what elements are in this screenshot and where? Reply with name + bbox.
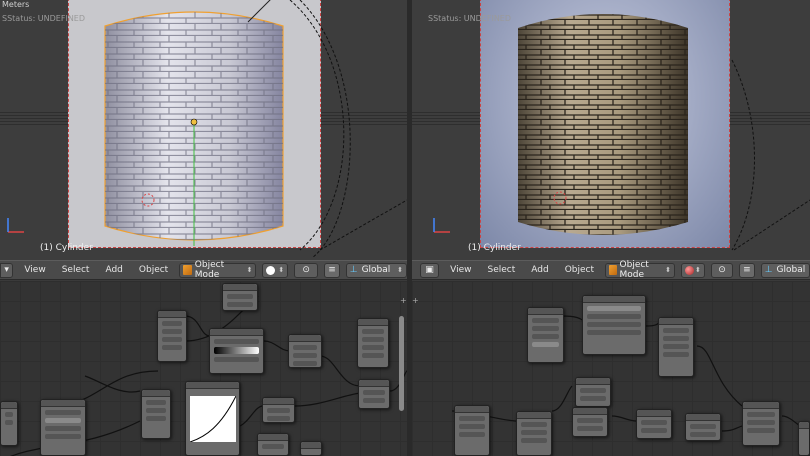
mode-dropdown[interactable]: Object Mode ⬍ [179,260,257,280]
node-colorramp[interactable] [572,407,608,437]
right-3d-header: ▣ View Select Add Object Object Mode ⬍ ⬍… [412,260,810,280]
axis-gizmo-icon [433,218,450,233]
node-material-output[interactable] [798,421,810,456]
node-image-texture[interactable] [454,405,490,456]
left-3d-viewport[interactable]: Meters SStatus: UNDEFINED (1) Cylinder [0,0,407,260]
status-text: SStatus: UNDEFINED [2,14,86,23]
shading-dropdown[interactable]: ⬍ [262,262,289,278]
cube-icon [609,265,617,275]
node-mix[interactable] [636,409,672,439]
dropdown-arrow-icon: ⬍ [694,266,701,274]
node-rgb-curves[interactable] [185,381,240,456]
node-texture-coordinate[interactable] [527,307,564,363]
node-bump[interactable] [685,413,721,441]
rendered-sphere-icon [684,265,694,275]
node-texture-coordinate[interactable] [0,401,18,446]
node-colorramp[interactable] [209,328,264,374]
orientation-label: Global [361,265,391,275]
node-small[interactable] [300,441,322,456]
pivot-icon: ⊙ [718,265,726,275]
dropdown-arrow-icon: ⬍ [397,266,403,274]
dropdown-arrow-icon: ⬍ [665,266,671,274]
node-image-texture[interactable] [222,283,258,311]
cube-icon [183,265,192,275]
dropdown-arrow-icon: ⬍ [278,266,285,274]
left-node-editor[interactable]: + [0,281,407,456]
axis-gizmo-icon [7,218,24,233]
transform-icon: ⊥ [764,265,773,275]
node-image-texture[interactable] [141,389,171,439]
node-mix[interactable] [288,334,322,368]
node-image-texture[interactable] [575,377,611,407]
solid-sphere-icon [266,265,276,275]
node-image-texture[interactable] [157,310,187,362]
menu-select[interactable]: Select [482,265,520,275]
node-principled[interactable] [358,379,390,409]
manipulator-toggle[interactable]: ≡ [739,262,755,278]
menu-view[interactable]: View [445,265,476,275]
node-principled[interactable] [742,401,780,446]
active-object-label: (1) Cylinder [468,243,521,253]
menu-add[interactable]: Add [526,265,553,275]
pivot-dropdown[interactable]: ⊙ [710,262,734,278]
menu-object[interactable]: Object [560,265,599,275]
pivot-dropdown[interactable]: ⊙ [294,262,319,278]
area-split-icon[interactable]: + [412,296,419,305]
shading-dropdown[interactable]: ⬍ [680,262,705,278]
node-value[interactable] [257,433,289,456]
node-image-texture[interactable] [516,411,552,456]
mode-label: Object Mode [194,260,225,280]
mode-label: Object Mode [619,260,649,280]
transform-icon: ⊥ [349,265,358,275]
area-split-icon[interactable]: + [400,296,407,305]
editor-type-button[interactable]: ▾ [0,262,14,278]
orientation-dropdown[interactable]: ⊥ Global [760,262,810,278]
menu-select[interactable]: Select [57,265,95,275]
camera-frame [68,0,321,248]
orientation-dropdown[interactable]: ⊥ Global ⬍ [345,262,407,278]
menu-view[interactable]: View [19,265,50,275]
dropdown-arrow-icon: ⬍ [246,266,253,274]
pivot-icon: ⊙ [302,265,310,275]
left-3d-header: ▾ View Select Add Object Object Mode ⬍ ⬍… [0,260,407,280]
curve-graph[interactable] [190,396,236,442]
active-object-label: (1) Cylinder [40,243,93,253]
node-mapping[interactable] [40,399,86,456]
manipulator-toggle[interactable]: ≡ [324,262,340,278]
node-bump[interactable] [262,397,295,423]
right-node-editor[interactable]: + [412,281,810,456]
node-material-output[interactable] [357,318,389,368]
node-image-texture[interactable] [658,317,694,377]
menu-object[interactable]: Object [134,265,173,275]
scrollbar[interactable] [399,316,404,411]
editor-type-button[interactable]: ▣ [420,262,440,278]
menu-add[interactable]: Add [100,265,127,275]
right-3d-viewport[interactable]: SStatus: UNDEFINED (1) Cylinder [412,0,810,260]
mode-dropdown[interactable]: Object Mode ⬍ [605,260,675,280]
orientation-label: Global [776,265,806,275]
camera-frame [480,0,730,248]
units-label: Meters [2,0,30,9]
status-text: SStatus: UNDEFINED [428,14,512,23]
node-mapping[interactable] [582,295,646,355]
